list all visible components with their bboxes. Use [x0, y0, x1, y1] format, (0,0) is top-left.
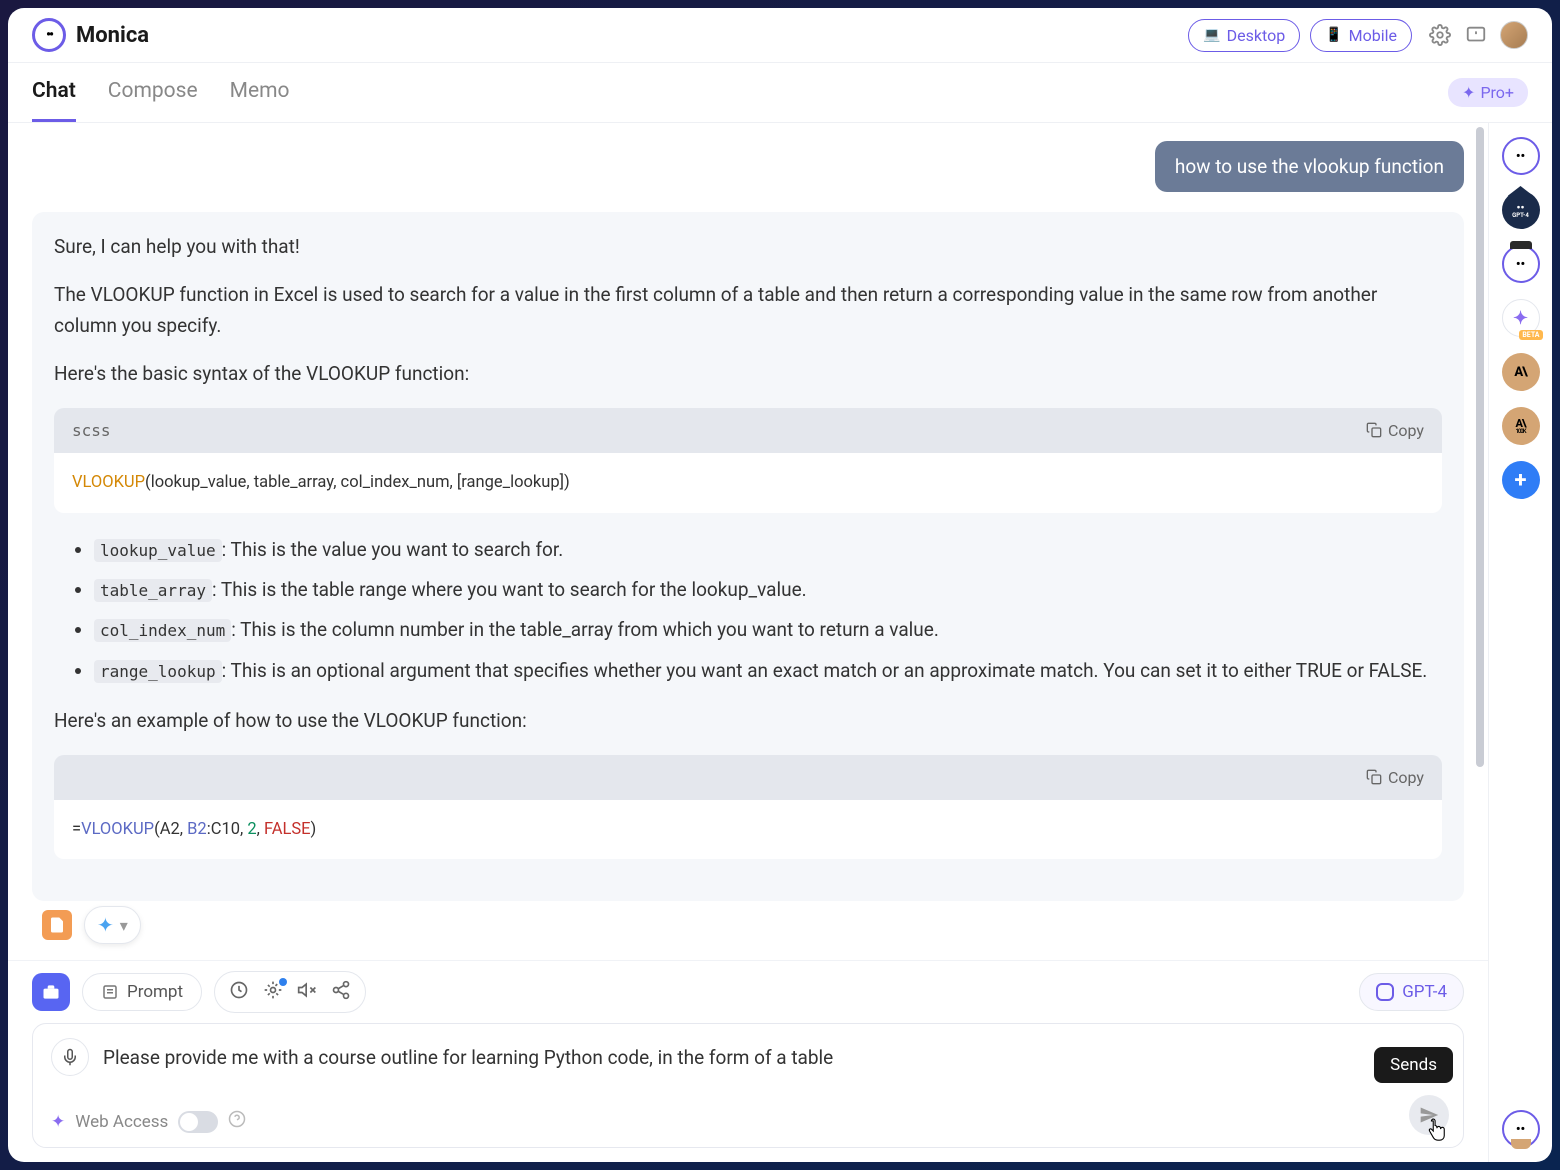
- bot-p1: Sure, I can help you with that!: [54, 232, 1442, 262]
- tab-chat[interactable]: Chat: [32, 63, 76, 122]
- sparkle-icon: ✦: [1462, 83, 1475, 102]
- copy-button[interactable]: Copy: [1366, 418, 1424, 444]
- rail-monica[interactable]: ••: [1502, 137, 1540, 175]
- bot-p2: The VLOOKUP function in Excel is used to…: [54, 280, 1442, 341]
- tool-icons: [214, 971, 366, 1013]
- list-item: col_index_num: This is the column number…: [94, 615, 1442, 645]
- model-icon: [1376, 983, 1394, 1001]
- settings-icon[interactable]: [1428, 23, 1452, 47]
- model-rail: •• ••GPT-4 •• ✦BETA A\ A\100K + ••: [1488, 123, 1552, 1162]
- pdf-icon[interactable]: [42, 910, 72, 940]
- pro-label: Pro+: [1480, 83, 1514, 102]
- web-access-toggle[interactable]: [178, 1111, 218, 1133]
- param-list: lookup_value: This is the value you want…: [54, 535, 1442, 687]
- bot-message: Sure, I can help you with that! The VLOO…: [32, 212, 1464, 901]
- help-icon[interactable]: [1464, 23, 1488, 47]
- list-item: lookup_value: This is the value you want…: [94, 535, 1442, 565]
- avatar[interactable]: [1500, 21, 1528, 49]
- rail-add[interactable]: +: [1502, 461, 1540, 499]
- rail-monica-alt[interactable]: ••: [1502, 1110, 1540, 1148]
- input-box: ✦ Web Access Sends: [32, 1023, 1464, 1148]
- help-circle-icon[interactable]: [228, 1110, 246, 1133]
- scrollbar[interactable]: [1476, 127, 1484, 767]
- code-block-syntax: scss Copy VLOOKUP(lookup_value, table_ar…: [54, 408, 1442, 513]
- copy-label: Copy: [1388, 418, 1424, 444]
- mute-icon[interactable]: [297, 980, 317, 1004]
- toolkit-button[interactable]: [32, 973, 70, 1011]
- code-lang: scss: [72, 418, 111, 444]
- list-item: table_array: This is the table range whe…: [94, 575, 1442, 605]
- app-name: Monica: [76, 23, 149, 48]
- sparkle-icon: ✦: [51, 1112, 65, 1132]
- prompt-label: Prompt: [127, 982, 183, 1002]
- tabs-row: Chat Compose Memo ✦ Pro+: [8, 63, 1552, 123]
- laptop-icon: 💻: [1203, 27, 1220, 43]
- logo: •• Monica: [32, 18, 149, 52]
- logo-icon: ••: [32, 18, 66, 52]
- rail-gem[interactable]: ✦BETA: [1502, 299, 1540, 337]
- code-block-example: Copy =VLOOKUP(A2, B2:C10, 2, FALSE): [54, 755, 1442, 860]
- float-tools: ✦ ▾: [42, 906, 141, 944]
- model-label: GPT-4: [1402, 982, 1447, 1002]
- mobile-icon: 📱: [1325, 27, 1342, 43]
- bot-p3: Here's the basic syntax of the VLOOKUP f…: [54, 359, 1442, 389]
- model-selector[interactable]: GPT-4: [1359, 973, 1464, 1011]
- user-message: how to use the vlookup function: [1155, 141, 1464, 192]
- copy-label-2: Copy: [1388, 765, 1424, 791]
- mobile-label: Mobile: [1349, 26, 1397, 45]
- code-body: VLOOKUP(lookup_value, table_array, col_i…: [54, 453, 1442, 512]
- chat-input[interactable]: [103, 1046, 1445, 1069]
- pro-badge[interactable]: ✦ Pro+: [1448, 78, 1528, 107]
- list-item: range_lookup: This is an optional argume…: [94, 656, 1442, 686]
- mic-button[interactable]: [51, 1038, 89, 1076]
- send-tooltip: Sends: [1374, 1047, 1453, 1083]
- header: •• Monica 💻 Desktop 📱 Mobile: [8, 8, 1552, 63]
- desktop-label: Desktop: [1227, 26, 1286, 45]
- tab-compose[interactable]: Compose: [108, 63, 198, 122]
- desktop-button[interactable]: 💻 Desktop: [1188, 19, 1300, 52]
- rail-gpt4[interactable]: ••GPT-4: [1502, 191, 1540, 229]
- input-area: Prompt GPT-4: [8, 960, 1488, 1162]
- puzzle-icon: ✦: [97, 913, 114, 937]
- cursor-icon: [1425, 1118, 1447, 1149]
- code-body-2: =VLOOKUP(A2, B2:C10, 2, FALSE): [54, 800, 1442, 859]
- copy-button-2[interactable]: Copy: [1366, 765, 1424, 791]
- extensions-button[interactable]: ✦ ▾: [84, 906, 141, 944]
- chevron-down-icon: ▾: [120, 916, 128, 935]
- share-icon[interactable]: [331, 980, 351, 1004]
- mobile-button[interactable]: 📱 Mobile: [1310, 19, 1412, 52]
- app-window: •• Monica 💻 Desktop 📱 Mobile Ch: [8, 8, 1552, 1162]
- web-access-label: Web Access: [75, 1112, 168, 1132]
- prompt-button[interactable]: Prompt: [82, 973, 202, 1011]
- gear-icon[interactable]: [263, 980, 283, 1004]
- chat-scroll[interactable]: how to use the vlookup function Sure, I …: [8, 123, 1488, 960]
- rail-anthropic-100k[interactable]: A\100K: [1502, 407, 1540, 445]
- rail-artist[interactable]: ••: [1502, 245, 1540, 283]
- history-icon[interactable]: [229, 980, 249, 1004]
- rail-anthropic[interactable]: A\: [1502, 353, 1540, 391]
- bot-p4: Here's an example of how to use the VLOO…: [54, 706, 1442, 736]
- tab-memo[interactable]: Memo: [230, 63, 290, 122]
- code-lang-2: [72, 765, 82, 791]
